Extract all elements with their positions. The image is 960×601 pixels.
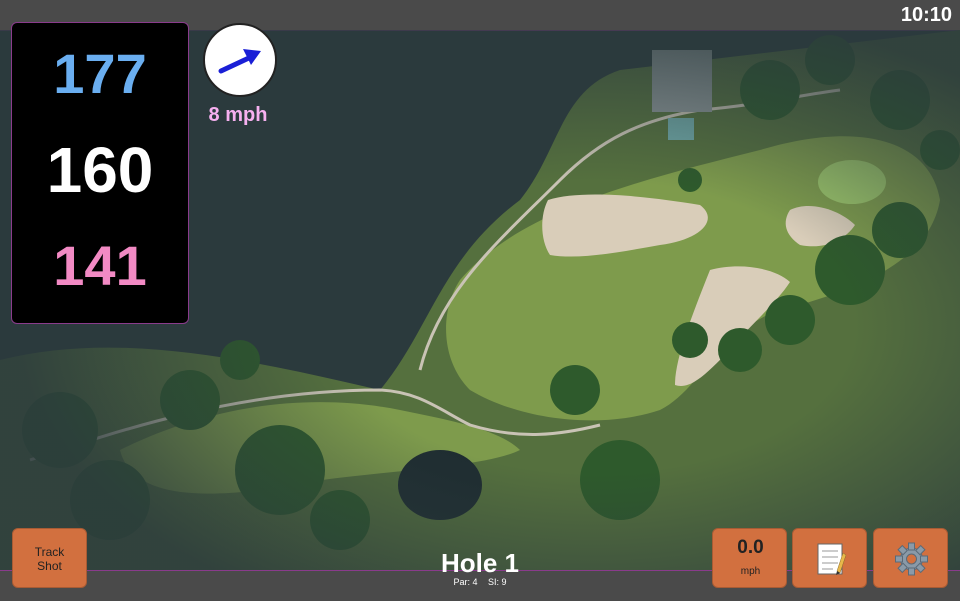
- middle-distance: 160: [46, 134, 154, 206]
- clock: 10:10: [900, 4, 952, 26]
- settings-button[interactable]: [873, 528, 948, 588]
- wind-speed: 8 mph: [208, 104, 268, 126]
- track-shot-label: Track Shot: [34, 545, 65, 573]
- speed-unit: mph: [740, 566, 761, 577]
- hole-par: Par: 4: [453, 577, 478, 587]
- distance-panel: 177 160 141: [11, 22, 189, 324]
- hole-title: Hole 1: [440, 548, 520, 578]
- wind-arrow-icon: [218, 49, 261, 74]
- back-distance: 177: [53, 42, 147, 105]
- speed-button[interactable]: 0.0 mph: [712, 528, 787, 588]
- track-shot-button[interactable]: Track Shot: [12, 528, 87, 588]
- wind-indicator[interactable]: [203, 23, 277, 97]
- notes-button[interactable]: [792, 528, 867, 588]
- hole-si: SI: 9: [488, 577, 507, 587]
- speed-value: 0.0: [737, 537, 764, 558]
- gear-icon: [895, 542, 928, 576]
- hole-info: Par: 4 SI: 9: [380, 577, 580, 587]
- notepad-icon: [817, 543, 847, 575]
- front-distance: 141: [53, 234, 147, 297]
